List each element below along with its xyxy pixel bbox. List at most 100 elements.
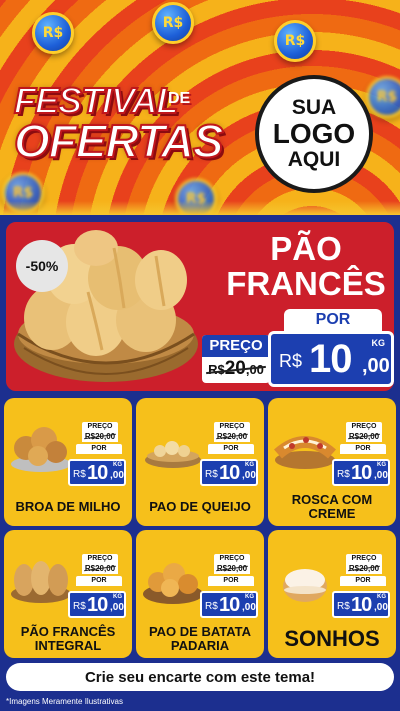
preco-label: PREÇO <box>82 422 118 431</box>
price-decimal: ,00 <box>110 470 124 481</box>
header-banner: R$ R$ R$ R$ R$ R$ FESTIVAL DE OFERTAS SU… <box>0 0 400 215</box>
product-name: PAO DE QUEIJO <box>149 499 251 515</box>
coin-icon: R$ <box>32 12 74 54</box>
price-integer: 10 <box>87 594 108 616</box>
old-price: R$20,00 <box>202 357 270 382</box>
preco-label: PREÇO <box>82 554 118 563</box>
festival-title-line2: OFERTAS <box>13 114 225 168</box>
price-currency: R$ <box>205 469 218 480</box>
old-price-tag: PREÇO R$20,00 POR <box>72 422 122 454</box>
price-decimal: ,00 <box>362 355 390 377</box>
price-unit: KG <box>377 594 386 600</box>
create-flyer-button[interactable]: Crie seu encarte com este tema! <box>6 663 394 691</box>
por-label: POR <box>340 576 386 586</box>
product-name: PÃO FRANCÊS INTEGRAL <box>20 624 116 653</box>
product-image <box>272 550 338 606</box>
price-tag: R$ 10,00 KG <box>200 459 258 486</box>
product-image <box>272 418 338 474</box>
old-price-tag: PREÇO R$20,00 POR <box>72 554 122 586</box>
old-price: R$20,00 <box>82 431 118 442</box>
coin-icon: R$ <box>175 178 217 215</box>
preco-label: PREÇO <box>202 335 270 357</box>
old-price: R$20,00 <box>214 431 250 442</box>
old-price-tag: PREÇO R$20,00 POR <box>204 422 254 454</box>
price-unit: KG <box>371 338 386 348</box>
por-label: POR <box>208 576 254 586</box>
price-tag: R$ 10,00 KG <box>200 591 258 618</box>
product-card[interactable]: PREÇO R$20,00 POR R$ 10,00 KG BROA DE MILHO <box>4 398 132 526</box>
hero-title-line1: PÃO <box>270 230 342 267</box>
product-image <box>140 550 206 606</box>
price-decimal: ,00 <box>110 602 124 613</box>
hero-title-line2: FRANCÊS <box>226 264 386 302</box>
price-currency: R$ <box>337 469 350 480</box>
por-label: POR <box>76 444 122 454</box>
price-unit: KG <box>245 462 254 468</box>
hero-product-title: PÃO FRANCÊS <box>216 230 394 302</box>
preco-label: PREÇO <box>214 554 250 563</box>
old-price-tag: PREÇO R$20,00 POR <box>204 554 254 586</box>
price-decimal: ,00 <box>374 602 388 613</box>
price-integer: 10 <box>351 462 372 484</box>
price-unit: KG <box>377 462 386 468</box>
product-image <box>8 550 74 606</box>
festival-logo: FESTIVAL DE OFERTAS <box>13 79 225 170</box>
price-decimal: ,00 <box>242 470 256 481</box>
product-card[interactable]: PREÇO R$20,00 POR R$ 10,00 KG PAO DE BATATA PA… <box>136 530 264 658</box>
product-name: ROSCA COM CREME <box>291 492 373 521</box>
coin-icon: R$ <box>366 76 400 118</box>
price-currency: R$ <box>337 601 350 612</box>
price-currency: R$ <box>73 601 86 612</box>
price-integer: 10 <box>309 337 352 381</box>
por-label: POR <box>76 576 122 586</box>
price-currency: R$ <box>279 351 303 371</box>
logo-placeholder[interactable]: SUA LOGO AQUI <box>255 75 373 193</box>
price-decimal: ,00 <box>374 470 388 481</box>
price-integer: 10 <box>219 462 240 484</box>
coin-icon: R$ <box>274 20 316 62</box>
price-unit: KG <box>113 462 122 468</box>
old-price: R$20,00 <box>346 431 382 442</box>
discount-badge: -50% <box>16 240 68 292</box>
price-integer: 10 <box>87 462 108 484</box>
price-tag: R$ 10,00 KG <box>68 591 126 618</box>
product-card[interactable]: PREÇO R$20,00 POR R$ 10,00 KG ROSCA COM CREME <box>268 398 396 526</box>
price-tag: R$ 10,00 KG <box>332 459 390 486</box>
product-card[interactable]: PREÇO R$20,00 POR R$ 10,00 KG SONHOS <box>268 530 396 658</box>
old-price: R$20,00 <box>214 563 250 574</box>
logo-text-line3: AQUI <box>287 147 341 171</box>
price-currency: R$ <box>205 601 218 612</box>
product-card[interactable]: PREÇO R$20,00 POR R$ 10,00 KG PAO DE QUEIJO <box>136 398 264 526</box>
por-label: POR <box>208 444 254 454</box>
product-name: SONHOS <box>284 626 380 652</box>
por-label: POR <box>284 309 382 331</box>
preco-label: PREÇO <box>346 422 382 431</box>
preco-label: PREÇO <box>346 554 382 563</box>
festival-title-de: DE <box>168 90 191 107</box>
price-decimal: ,00 <box>242 602 256 613</box>
coin-icon: R$ <box>2 172 44 214</box>
old-price: R$20,00 <box>346 563 382 574</box>
price-tag: R$ 10,00 KG <box>332 591 390 618</box>
disclaimer-text: *Imagens Meramente Ilustrativas <box>6 697 123 706</box>
product-name: BROA DE MILHO <box>15 499 121 515</box>
old-price-tag: PREÇO R$20,00 POR <box>336 422 386 454</box>
coin-icon: R$ <box>152 2 194 44</box>
price-tag: R$ 10,00 KG <box>68 459 126 486</box>
old-price-tag: PREÇO R$20,00 POR <box>336 554 386 586</box>
product-image <box>8 418 74 474</box>
preco-label: PREÇO <box>214 422 250 431</box>
price-unit: KG <box>245 594 254 600</box>
old-price: R$20,00 <box>82 563 118 574</box>
logo-text-line1: SUA <box>291 96 337 120</box>
product-card[interactable]: PREÇO R$20,00 POR R$ 10,00 KG PÃO FRANCÊS INTE… <box>4 530 132 658</box>
price-currency: R$ <box>73 469 86 480</box>
product-name: PAO DE BATATA PADARIA <box>148 624 252 653</box>
product-image <box>140 418 206 474</box>
price-integer: 10 <box>219 594 240 616</box>
logo-text-line2: LOGO <box>272 118 356 150</box>
hero-offer[interactable]: -50% PÃO FRANCÊS POR PREÇO R$20,00 R$ 10… <box>4 220 396 393</box>
old-price-box: PREÇO R$20,00 <box>202 335 270 383</box>
price-unit: KG <box>113 594 122 600</box>
price-integer: 10 <box>351 594 372 616</box>
